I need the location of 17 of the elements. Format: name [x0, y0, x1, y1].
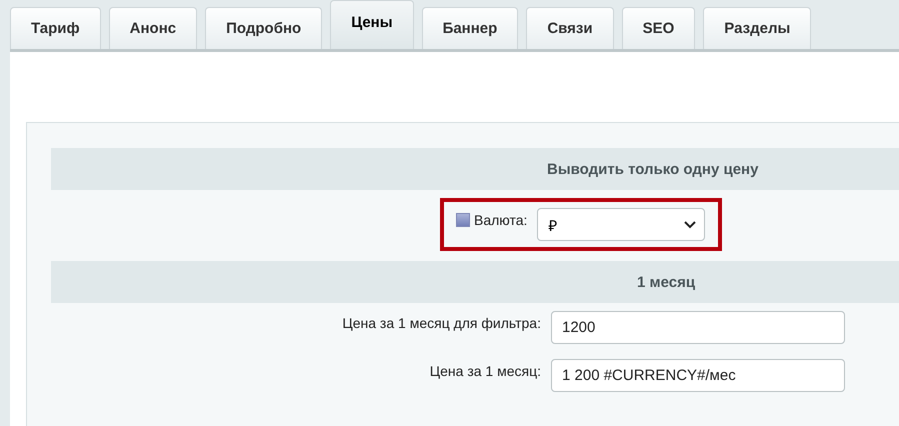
tab[interactable]: SEO — [622, 7, 696, 49]
tab[interactable]: Связи — [526, 7, 614, 49]
input-field[interactable]: 1200 — [551, 311, 845, 344]
field-label: Цена за 1 месяц для фильтра: — [342, 315, 541, 331]
chevron-icon — [684, 220, 696, 228]
tab[interactable]: Тариф — [10, 7, 101, 49]
field-label: Цена за 1 месяц: — [430, 363, 541, 379]
section-header: 1 месяц — [51, 261, 899, 303]
tab[interactable]: Анонс — [108, 7, 198, 49]
section-header: Выводить только одну цену — [51, 148, 899, 190]
tab[interactable]: Баннер — [422, 7, 518, 49]
tab[interactable]: Цены — [330, 0, 414, 49]
field-label: Валюта: — [474, 212, 528, 228]
tab[interactable]: Подробно — [205, 7, 322, 49]
input-field[interactable]: 1 200 #CURRENCY#/мес — [551, 359, 845, 392]
tab[interactable]: Разделы — [703, 7, 812, 49]
currency-select[interactable]: ₽ — [537, 208, 706, 241]
